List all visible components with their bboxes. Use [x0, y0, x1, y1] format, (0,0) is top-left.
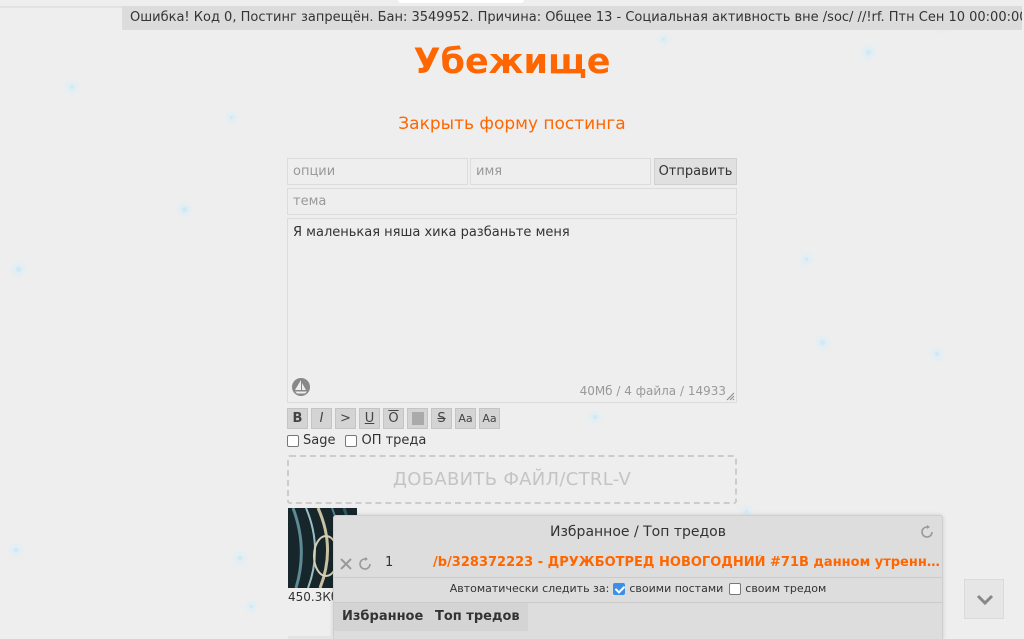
top-tab-indicator: [398, 0, 524, 3]
new-posts-count: 1: [385, 555, 394, 570]
left-strip: [0, 6, 122, 8]
post-options: Sage ОП треда: [287, 433, 426, 448]
message-textarea[interactable]: Я маленькая няша хика разбаньте меня 40М…: [287, 218, 737, 403]
subscript-label: Aa: [482, 412, 497, 425]
resize-handle-icon[interactable]: [726, 392, 735, 401]
favorite-thread-row[interactable]: 1 /b/328372223 - ДРУЖБОТРЕД НОВОГОДНИЙ #…: [334, 550, 942, 578]
sage-label: Sage: [303, 433, 336, 448]
message-text: Я маленькая няша хика разбаньте меня: [293, 225, 570, 240]
subject-input[interactable]: [287, 188, 737, 215]
underline-button[interactable]: U: [359, 408, 380, 429]
attachment-size: 450.3Кб: [288, 590, 339, 604]
add-file-dropzone[interactable]: ДОБАВИТЬ ФАЙЛ/CTRL-V: [287, 455, 737, 504]
op-checkbox[interactable]: [345, 434, 358, 447]
spoiler-icon: [411, 412, 424, 425]
own-posts-label: своими постами: [629, 582, 724, 595]
tab-favorites[interactable]: Избранное: [334, 603, 432, 631]
sage-checkbox[interactable]: [287, 434, 299, 447]
watch-own-posts-checkbox[interactable]: [613, 582, 626, 595]
options-input[interactable]: [287, 158, 468, 185]
close-posting-form-link[interactable]: Закрыть форму постинга: [0, 114, 1024, 134]
subscript-button[interactable]: Aa: [479, 408, 500, 429]
superscript-button[interactable]: Aa: [455, 408, 476, 429]
scroll-down-button[interactable]: [964, 579, 1004, 619]
upload-limits-label: 40Мб / 4 файла / 14933: [579, 384, 726, 398]
strikethrough-button[interactable]: S: [431, 408, 452, 429]
overline-button[interactable]: O: [383, 408, 404, 429]
superscript-label: Aa: [458, 412, 473, 425]
auto-watch-label: Автоматически следить за:: [449, 582, 610, 595]
error-banner: Ошибка! Код 0, Постинг запрещён. Бан: 35…: [122, 6, 1022, 30]
name-input[interactable]: [470, 158, 651, 185]
italic-button[interactable]: I: [311, 408, 332, 429]
update-icon[interactable]: [358, 557, 372, 571]
favorite-thread-link[interactable]: /b/328372223 - ДРУЖБОТРЕД НОВОГОДНИЙ #71…: [433, 555, 941, 570]
favorites-panel: Избранное / Топ тредов 1 /b/328372223 - …: [333, 515, 943, 639]
quote-button[interactable]: >: [335, 408, 356, 429]
refresh-icon[interactable]: [920, 525, 934, 539]
sailboat-logo-icon: [292, 378, 310, 396]
close-icon[interactable]: [339, 557, 353, 571]
spoiler-button[interactable]: [407, 408, 428, 429]
board-title: Убежище: [413, 42, 611, 82]
own-thread-label: своим тредом: [745, 582, 827, 595]
auto-watch-options: Автоматически следить за: своими постами…: [334, 582, 942, 595]
favorites-tabs: Избранное Топ тредов: [334, 602, 942, 639]
chevron-down-icon: [976, 594, 994, 606]
op-label: ОП треда: [361, 433, 427, 448]
watch-own-thread-checkbox[interactable]: [729, 582, 742, 595]
favorites-header: Избранное / Топ тредов: [550, 524, 726, 540]
submit-button[interactable]: Отправить: [654, 158, 737, 185]
tab-top-threads[interactable]: Топ тредов: [427, 603, 528, 631]
bold-button[interactable]: B: [287, 408, 308, 429]
